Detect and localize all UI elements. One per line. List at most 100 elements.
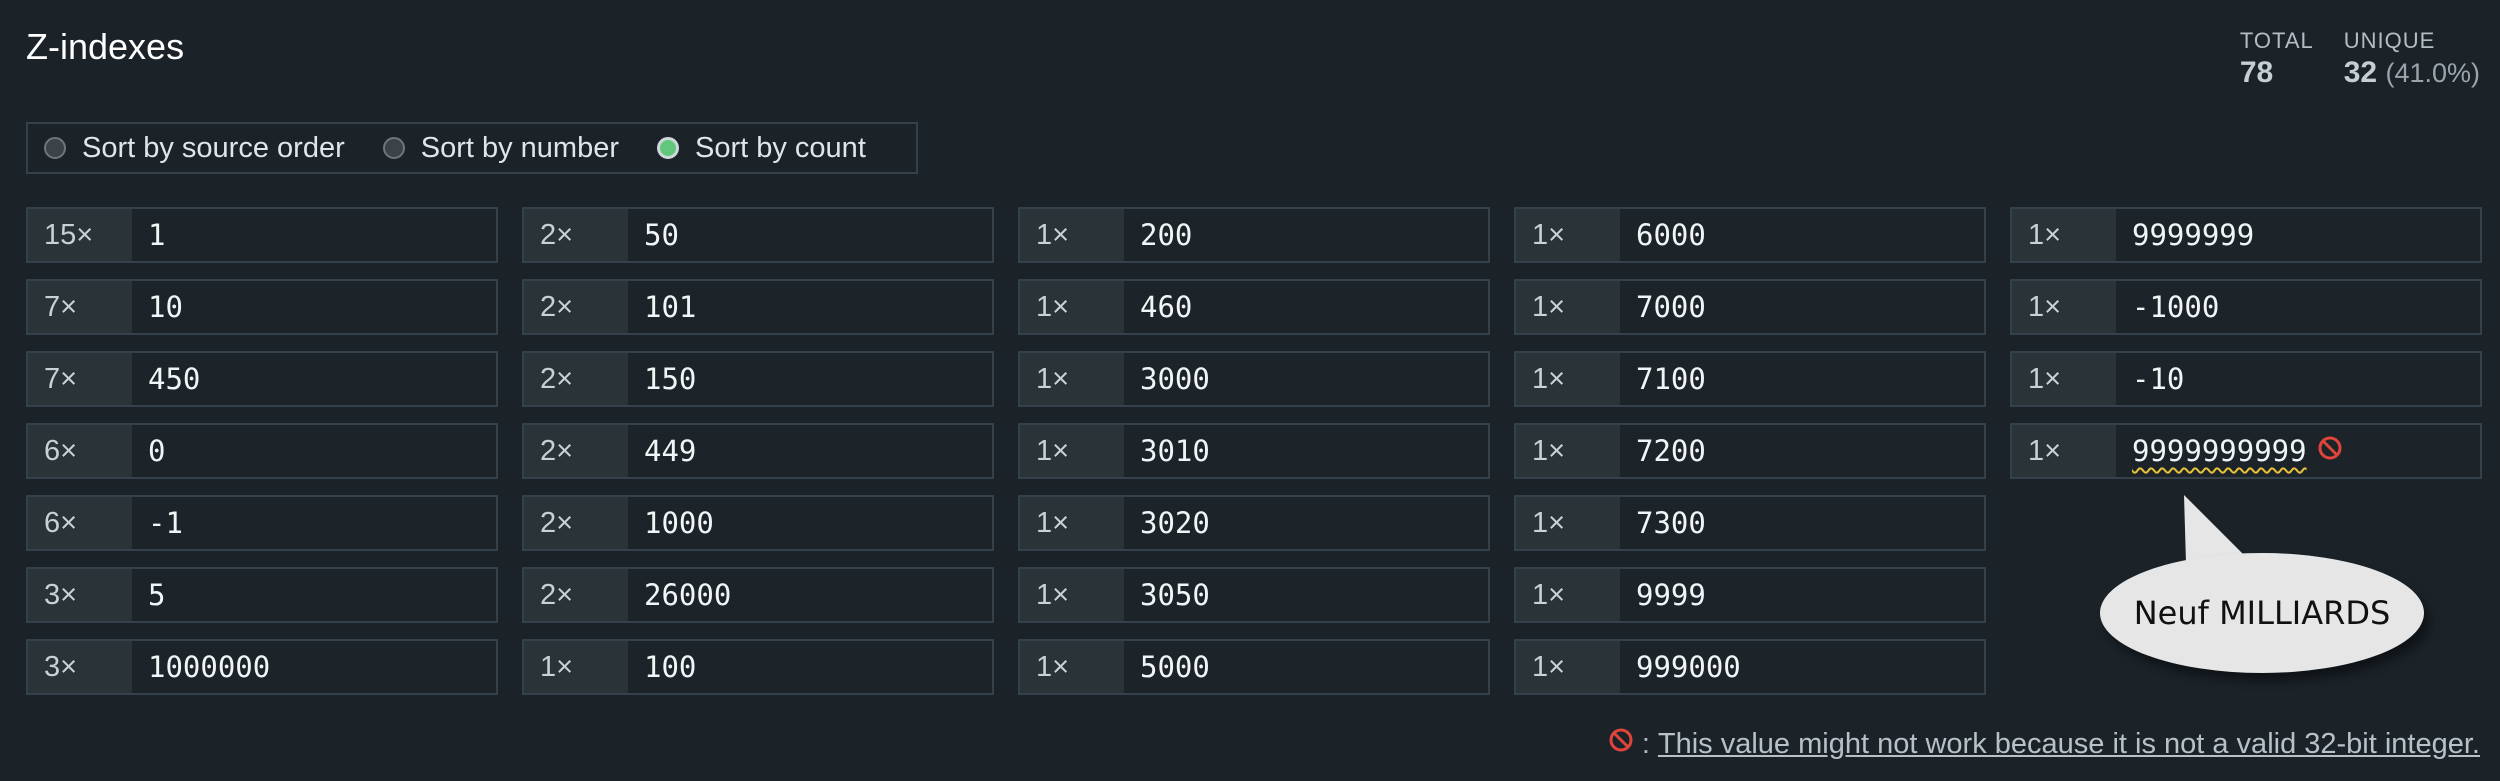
zindex-count: 1× bbox=[2012, 209, 2116, 261]
zindex-value: 449 bbox=[628, 425, 992, 477]
zindex-cell[interactable]: 1× 9999 bbox=[1514, 567, 1986, 623]
zindex-count: 1× bbox=[2012, 425, 2116, 477]
zindex-cell[interactable]: 1× 5000 bbox=[1018, 639, 1490, 695]
zindex-value: 3010 bbox=[1124, 425, 1488, 477]
zindex-value-text: 6000 bbox=[1636, 218, 1706, 252]
zindex-cell[interactable]: 2× 1000 bbox=[522, 495, 994, 551]
zindex-count: 1× bbox=[1516, 281, 1620, 333]
footnote: : This value might not work because it i… bbox=[1598, 727, 2480, 761]
zindex-value-text: 100 bbox=[644, 650, 697, 684]
zindex-value-text: -1000 bbox=[2132, 290, 2220, 324]
zindex-count: 1× bbox=[1516, 209, 1620, 261]
zindex-value-text: 0 bbox=[148, 434, 166, 468]
zindex-count: 3× bbox=[28, 641, 132, 693]
zindex-cell[interactable]: 1× 3010 bbox=[1018, 423, 1490, 479]
zindex-count: 2× bbox=[524, 353, 628, 405]
zindex-count: 1× bbox=[2012, 281, 2116, 333]
zindex-cell[interactable]: 6× 0 bbox=[26, 423, 498, 479]
zindex-cell[interactable]: 2× 150 bbox=[522, 351, 994, 407]
zindex-column: 1× 200 1× 460 1× 3000 1× 3010 1× 3020 1× 3050 1× 5000 bbox=[1018, 207, 1490, 695]
zindex-value-text: 200 bbox=[1140, 218, 1193, 252]
zindex-cell[interactable]: 1× 9999999 bbox=[2010, 207, 2482, 263]
zindex-value-text: -10 bbox=[2132, 362, 2185, 396]
page-title: Z-indexes bbox=[26, 26, 185, 67]
zindex-value: 3050 bbox=[1124, 569, 1488, 621]
sort-by-number-radio[interactable]: Sort by number bbox=[382, 132, 619, 165]
zindex-count: 3× bbox=[28, 569, 132, 621]
zindex-cell[interactable]: 2× 101 bbox=[522, 279, 994, 335]
footnote-link[interactable]: This value might not work because it is … bbox=[1658, 728, 2480, 761]
zindex-count: 1× bbox=[1020, 497, 1124, 549]
zindex-cell[interactable]: 3× 5 bbox=[26, 567, 498, 623]
zindex-value-text: 3000 bbox=[1140, 362, 1210, 396]
zindex-cell[interactable]: 2× 26000 bbox=[522, 567, 994, 623]
zindex-value: 100 bbox=[628, 641, 992, 693]
radio-icon[interactable] bbox=[382, 137, 405, 159]
zindex-cell[interactable]: 1× -10 bbox=[2010, 351, 2482, 407]
zindex-cell[interactable]: 7× 10 bbox=[26, 279, 498, 335]
zindex-value: 7200 bbox=[1620, 425, 1984, 477]
zindex-count: 15× bbox=[28, 209, 132, 261]
zindex-count: 1× bbox=[1516, 569, 1620, 621]
zindex-count: 7× bbox=[28, 281, 132, 333]
radio-selected-icon[interactable] bbox=[657, 137, 679, 159]
zindex-value: 150 bbox=[628, 353, 992, 405]
zindex-value: 50 bbox=[628, 209, 992, 261]
zindex-count: 1× bbox=[1516, 641, 1620, 693]
sort-by-count-radio[interactable]: Sort by count bbox=[657, 132, 866, 165]
zindex-cell[interactable]: 1× 3050 bbox=[1018, 567, 1490, 623]
zindex-count: 1× bbox=[1020, 209, 1124, 261]
ban-icon bbox=[1608, 727, 1634, 761]
zindex-value: 200 bbox=[1124, 209, 1488, 261]
zindex-cell[interactable]: 3× 1000000 bbox=[26, 639, 498, 695]
zindex-value: 3020 bbox=[1124, 497, 1488, 549]
zindex-cell[interactable]: 1× 3020 bbox=[1018, 495, 1490, 551]
zindex-count: 2× bbox=[524, 569, 628, 621]
footnote-separator: : bbox=[1641, 727, 1650, 760]
zindex-count: 1× bbox=[1516, 497, 1620, 549]
zindex-value: 999000 bbox=[1620, 641, 1984, 693]
zindex-value-text: 9999999 bbox=[2132, 218, 2255, 252]
zindex-cell[interactable]: 1× 460 bbox=[1018, 279, 1490, 335]
radio-icon[interactable] bbox=[44, 137, 66, 159]
zindex-value: 3000 bbox=[1124, 353, 1488, 405]
zindex-cell[interactable]: 2× 449 bbox=[522, 423, 994, 479]
zindex-cell[interactable]: 1× 7100 bbox=[1514, 351, 1986, 407]
zindex-value: -1000 bbox=[2116, 281, 2480, 333]
zindex-value-text: 460 bbox=[1140, 290, 1193, 324]
zindex-cell[interactable]: 1× 999000 bbox=[1514, 639, 1986, 695]
zindex-value-text: 1000 bbox=[644, 506, 714, 540]
zindex-column: 15× 1 7× 10 7× 450 6× 0 6× -1 3× 5 3× 1000000 bbox=[26, 207, 498, 695]
zindex-cell[interactable]: 2× 50 bbox=[522, 207, 994, 263]
zindex-value-text: 450 bbox=[148, 362, 201, 396]
zindex-value-text: 26000 bbox=[644, 578, 732, 612]
zindex-cell[interactable]: 1× 200 bbox=[1018, 207, 1490, 263]
zindex-value: 450 bbox=[132, 353, 496, 405]
zindex-value: 5 bbox=[132, 569, 496, 621]
sort-option-label: Sort by source order bbox=[82, 131, 345, 164]
sort-by-source-order-radio[interactable]: Sort by source order bbox=[44, 132, 345, 165]
unique-percentage: (41.0%) bbox=[2385, 58, 2480, 88]
zindex-cell[interactable]: 1× 7300 bbox=[1514, 495, 1986, 551]
zindex-value: 7300 bbox=[1620, 497, 1984, 549]
zindex-cell[interactable]: 1× 9999999999 bbox=[2010, 423, 2482, 479]
zindex-value-text: 150 bbox=[644, 362, 697, 396]
zindex-cell[interactable]: 1× 3000 bbox=[1018, 351, 1490, 407]
zindex-value-text: 5 bbox=[148, 578, 166, 612]
zindex-cell[interactable]: 1× 7200 bbox=[1514, 423, 1986, 479]
unique-value-row: 32 (41.0%) bbox=[2344, 56, 2480, 90]
zindex-cell[interactable]: 1× 7000 bbox=[1514, 279, 1986, 335]
zindex-value-text: 9999999999 bbox=[2132, 434, 2307, 468]
zindex-cell[interactable]: 1× -1000 bbox=[2010, 279, 2482, 335]
zindex-value: 1000000 bbox=[132, 641, 496, 693]
zindex-value-text: 449 bbox=[644, 434, 697, 468]
zindex-count: 2× bbox=[524, 281, 628, 333]
zindex-cell[interactable]: 1× 6000 bbox=[1514, 207, 1986, 263]
zindex-count: 6× bbox=[28, 425, 132, 477]
zindex-count: 6× bbox=[28, 497, 132, 549]
zindex-value-text: 7100 bbox=[1636, 362, 1706, 396]
zindex-cell[interactable]: 1× 100 bbox=[522, 639, 994, 695]
zindex-cell[interactable]: 7× 450 bbox=[26, 351, 498, 407]
zindex-cell[interactable]: 6× -1 bbox=[26, 495, 498, 551]
zindex-cell[interactable]: 15× 1 bbox=[26, 207, 498, 263]
